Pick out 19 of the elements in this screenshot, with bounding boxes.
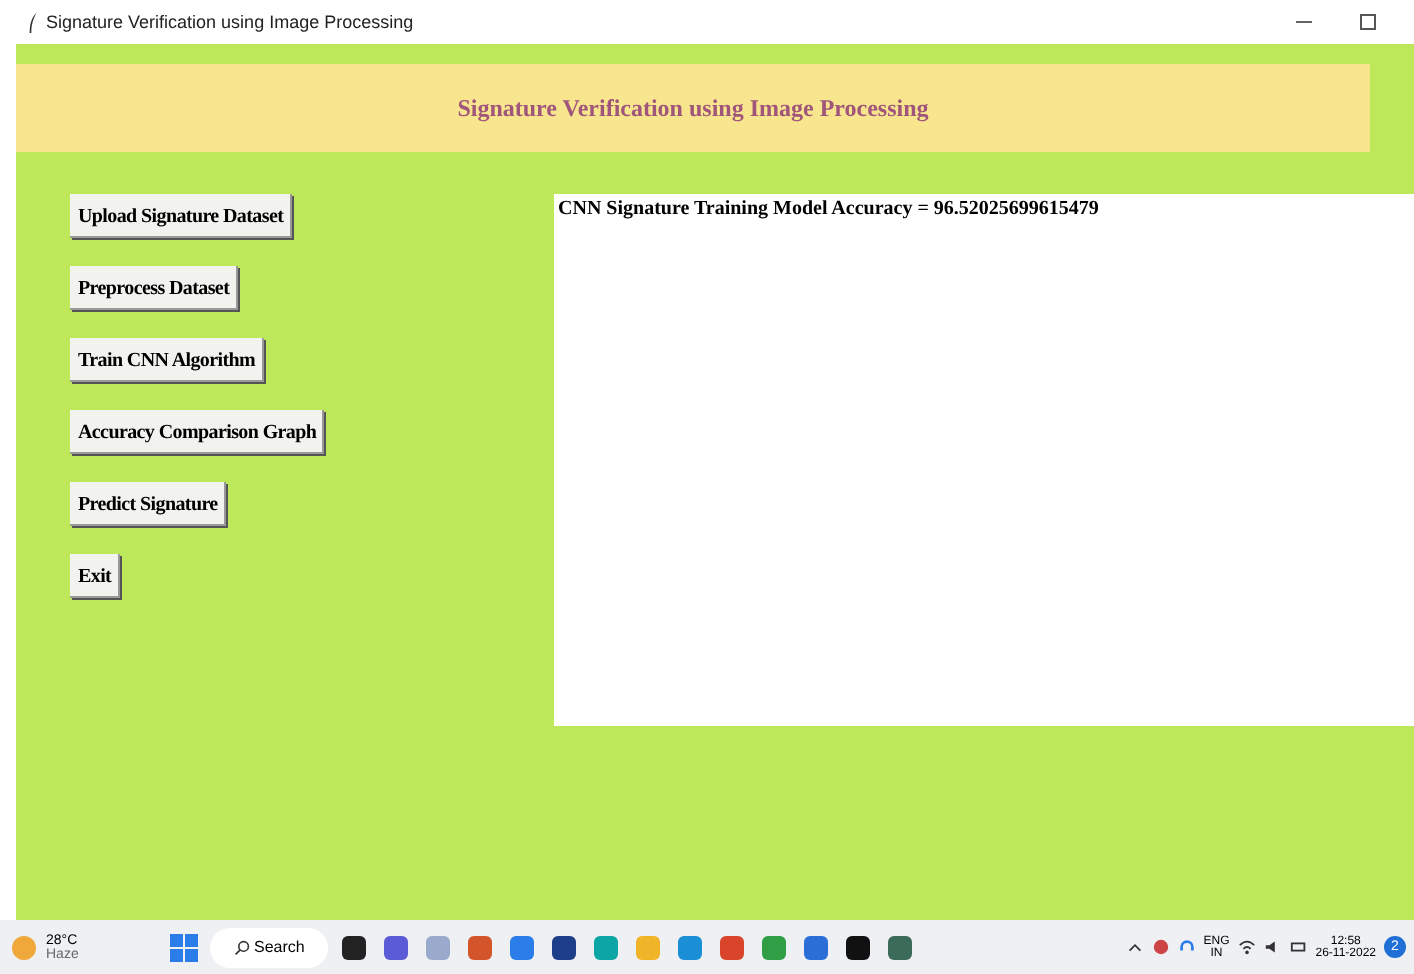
app-title: Signature Verification using Image Processing — [457, 93, 929, 123]
action-button[interactable]: Preprocess Dataset — [70, 266, 238, 310]
output-text-area[interactable]: CNN Signature Training Model Accuracy = 96.52025699615479 — [554, 194, 1414, 726]
wifi-icon[interactable] — [1237, 938, 1256, 956]
action-button[interactable]: Accuracy Comparison Graph — [70, 410, 325, 454]
search-icon — [234, 939, 250, 955]
battery-icon[interactable] — [1289, 938, 1308, 956]
action-button[interactable]: Exit — [70, 554, 120, 598]
search-button[interactable]: Search — [210, 927, 329, 967]
accuracy-text: CNN Signature Training Model Accuracy = 96.52025699615479 — [558, 198, 1099, 220]
windows-icon[interactable] — [168, 931, 200, 963]
action-button[interactable]: Train CNN Algorithm — [70, 338, 264, 382]
window-title: Signature Verification using Image Processing — [46, 12, 414, 32]
action-button[interactable]: Upload Signature Dataset — [70, 194, 292, 238]
action-button[interactable]: Predict Signature — [70, 482, 226, 526]
sun-icon — [8, 931, 40, 963]
chevron-up-icon[interactable] — [1125, 938, 1144, 956]
feather-icon — [28, 11, 38, 33]
maximize-icon[interactable] — [1358, 12, 1378, 32]
